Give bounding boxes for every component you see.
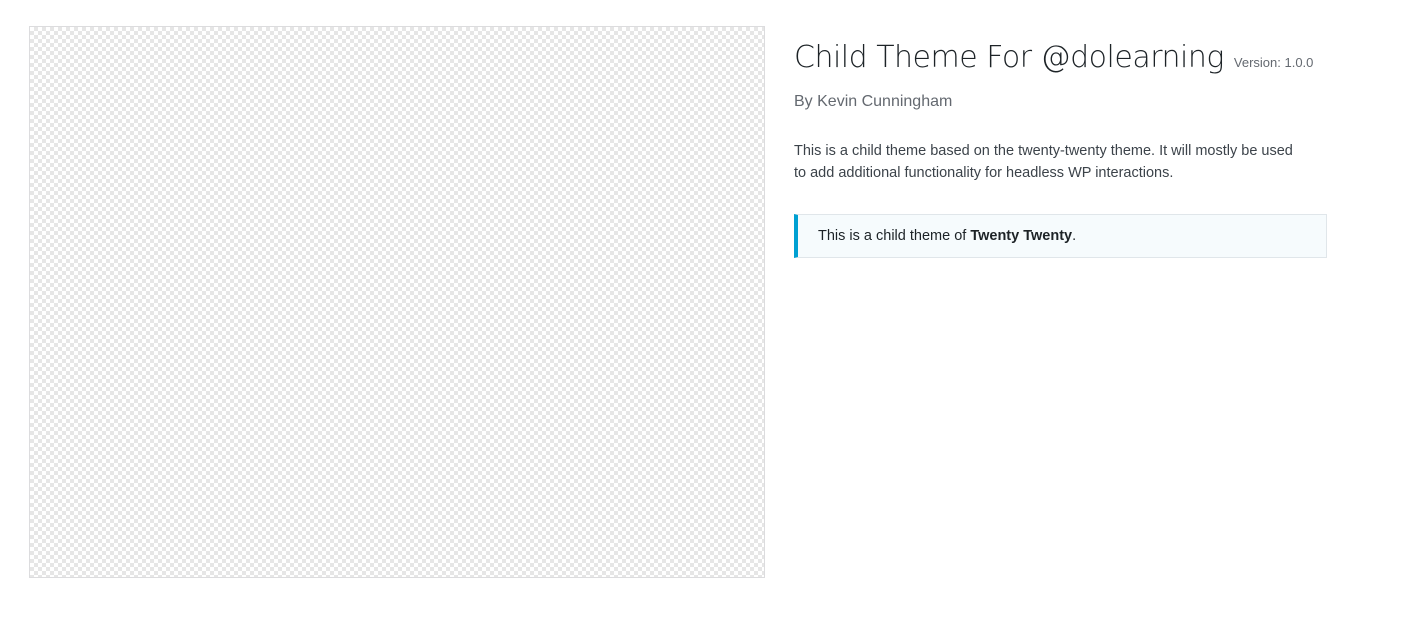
theme-info-panel: Child Theme For @dolearning Version: 1.0… [794, 38, 1327, 258]
parent-theme-notice: This is a child theme of Twenty Twenty. [794, 214, 1327, 258]
theme-version: Version: 1.0.0 [1233, 55, 1314, 70]
parent-theme-name: Twenty Twenty [970, 228, 1073, 244]
parent-notice-prefix: This is a child theme of [818, 228, 971, 244]
parent-notice-suffix: . [1072, 228, 1077, 244]
theme-screenshot-placeholder [29, 26, 765, 578]
theme-title-row: Child Theme For @dolearning Version: 1.0… [794, 38, 1327, 78]
theme-name: Child Theme For @dolearning [794, 40, 1224, 75]
theme-description: This is a child theme based on the twent… [794, 143, 1293, 181]
theme-author: By Kevin Cunningham [794, 93, 953, 110]
